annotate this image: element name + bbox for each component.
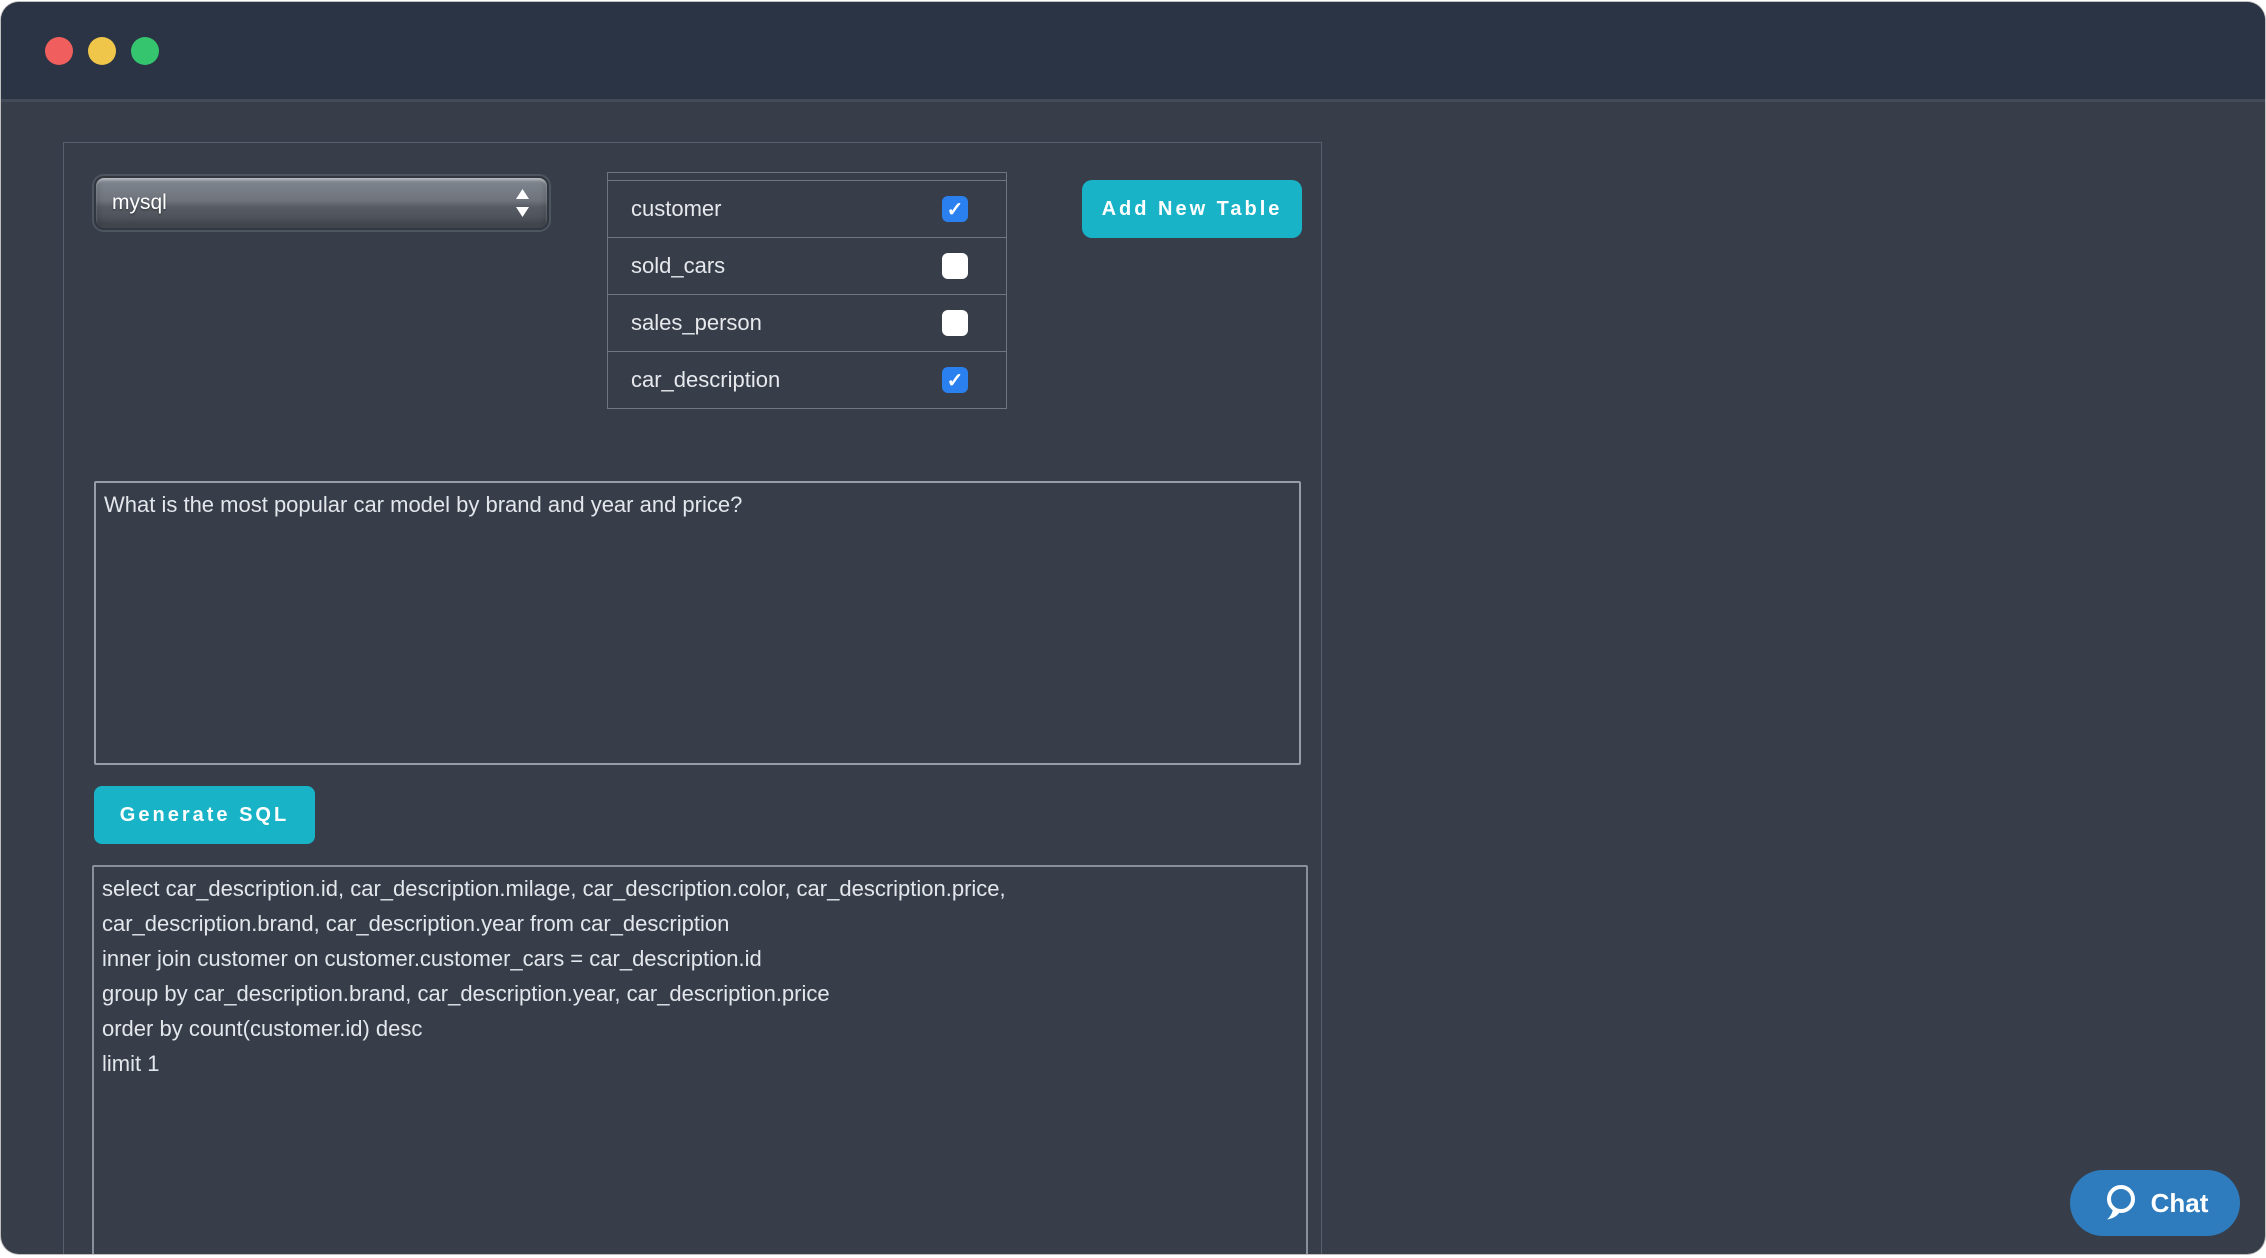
table-checkbox[interactable] xyxy=(942,196,968,222)
chat-label: Chat xyxy=(2151,1188,2209,1219)
database-select[interactable]: mysql xyxy=(94,176,549,230)
close-button[interactable] xyxy=(45,37,73,65)
table-checkbox[interactable] xyxy=(942,367,968,393)
table-name: sold_cars xyxy=(631,253,725,279)
main-content: mysql customer sold_cars xyxy=(1,105,2265,1254)
app-window: mysql customer sold_cars xyxy=(1,2,2265,1254)
table-row: sales_person xyxy=(608,294,1006,351)
table-checkbox[interactable] xyxy=(942,310,968,336)
table-row: customer xyxy=(608,180,1006,237)
main-panel: mysql customer sold_cars xyxy=(63,142,1322,1254)
table-row: sold_cars xyxy=(608,237,1006,294)
generate-sql-button[interactable]: Generate SQL xyxy=(94,786,315,844)
minimize-button[interactable] xyxy=(88,37,116,65)
table-checkbox[interactable] xyxy=(942,253,968,279)
table-list: customer sold_cars sales_person car_desc… xyxy=(607,172,1007,409)
question-input[interactable]: What is the most popular car model by br… xyxy=(94,481,1301,765)
chat-button[interactable]: Chat xyxy=(2070,1170,2240,1236)
select-up-down-icon xyxy=(514,188,531,218)
table-name: car_description xyxy=(631,367,780,393)
titlebar xyxy=(1,2,2265,102)
table-name: sales_person xyxy=(631,310,762,336)
speech-bubble-icon xyxy=(2102,1184,2138,1222)
sql-output[interactable]: select car_description.id, car_descripti… xyxy=(92,865,1308,1254)
add-new-table-button[interactable]: Add New Table xyxy=(1082,180,1302,238)
table-row: car_description xyxy=(608,351,1006,408)
database-select-value: mysql xyxy=(112,191,514,215)
zoom-button[interactable] xyxy=(131,37,159,65)
table-name: customer xyxy=(631,196,721,222)
